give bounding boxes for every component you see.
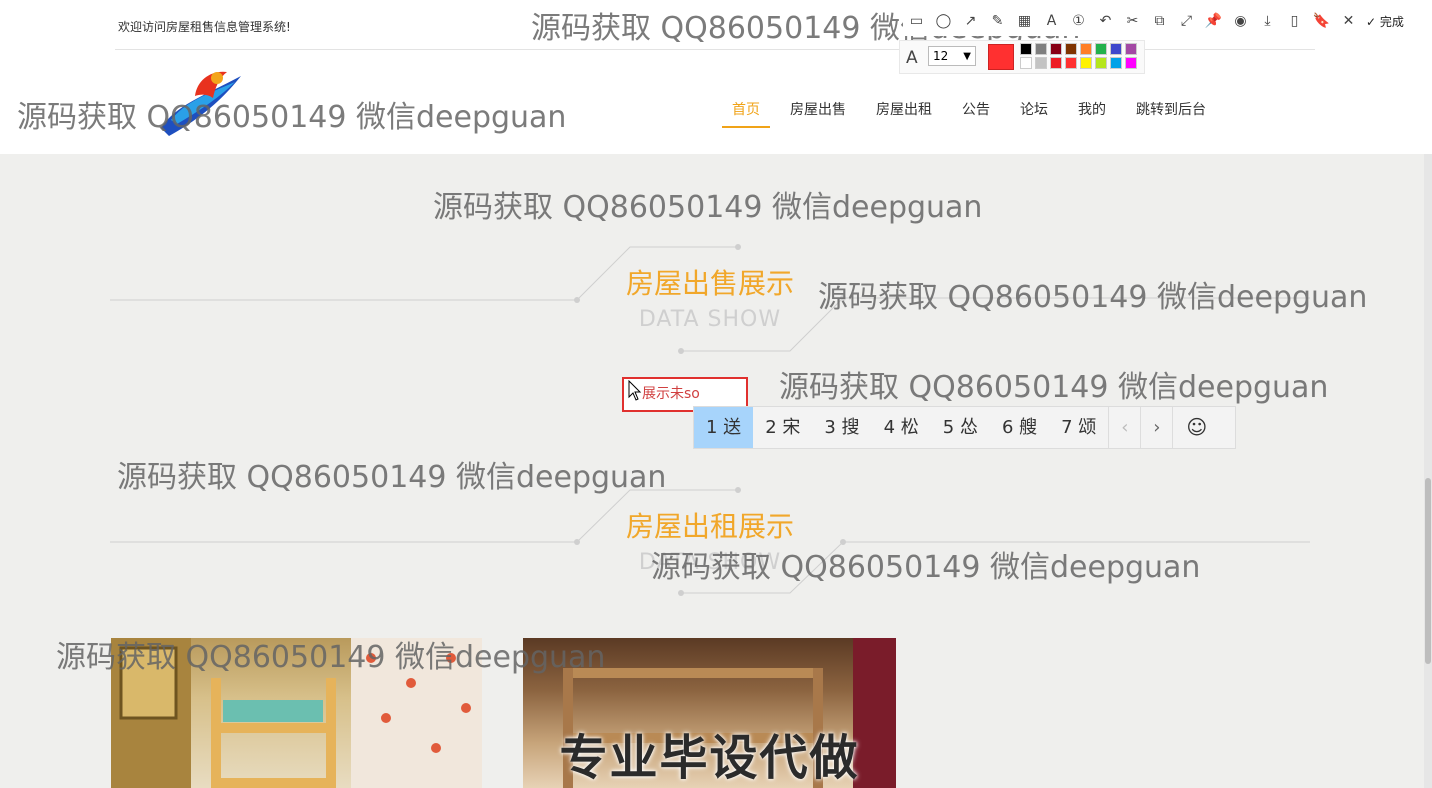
done-label: 完成: [1379, 14, 1404, 29]
page: 欢迎访问房屋租售信息管理系统! 首页 房屋出售 房屋出租 公告 论坛 我的 跳转…: [0, 0, 1432, 788]
ime-candidate[interactable]: 7 颂: [1049, 407, 1108, 448]
color-swatch[interactable]: [1050, 57, 1062, 69]
color-swatch[interactable]: [1035, 43, 1047, 55]
color-swatch[interactable]: [1110, 57, 1122, 69]
rent-section-title: 房屋出租展示 DATA SHOW: [0, 483, 1432, 603]
ellipse-tool-icon[interactable]: ◯: [930, 13, 957, 29]
ime-next-icon[interactable]: ›: [1140, 407, 1172, 448]
scrollbar-track[interactable]: [1424, 154, 1432, 788]
section-subtitle: DATA SHOW: [638, 550, 782, 575]
section-title: 房屋出售展示: [625, 267, 794, 300]
undo-icon[interactable]: ↶: [1092, 13, 1119, 29]
chevron-down-icon: ▼: [963, 51, 971, 62]
site-logo[interactable]: [155, 66, 247, 138]
color-swatch[interactable]: [1020, 57, 1032, 69]
ime-candidate[interactable]: 6 艘: [990, 407, 1049, 448]
listing-image[interactable]: 专业毕设代做: [523, 638, 896, 788]
nav-house-sale[interactable]: 房屋出售: [780, 98, 856, 128]
current-color-swatch[interactable]: [988, 44, 1014, 70]
nav-home[interactable]: 首页: [722, 98, 770, 128]
color-swatch[interactable]: [1125, 57, 1137, 69]
text-tool-icon[interactable]: A: [1038, 13, 1065, 29]
phone-icon[interactable]: ▯: [1281, 13, 1308, 29]
main-nav: 首页 房屋出售 房屋出租 公告 论坛 我的 跳转到后台: [722, 98, 1226, 130]
color-swatch[interactable]: [1125, 43, 1137, 55]
bookmark-icon[interactable]: 🔖: [1308, 13, 1335, 29]
nav-admin[interactable]: 跳转到后台: [1126, 98, 1216, 128]
cut-icon[interactable]: ✂: [1119, 13, 1146, 29]
ime-prev-icon[interactable]: ‹: [1108, 407, 1140, 448]
record-icon[interactable]: ◉: [1227, 13, 1254, 29]
font-icon: A: [906, 48, 918, 68]
section-title: 房屋出租展示: [625, 510, 794, 543]
nav-notice[interactable]: 公告: [952, 98, 1000, 128]
rectangle-tool-icon[interactable]: ▭: [903, 13, 930, 29]
close-icon[interactable]: ✕: [1335, 13, 1362, 29]
ime-candidate[interactable]: 1 送: [694, 407, 754, 448]
nav-house-rent[interactable]: 房屋出租: [866, 98, 942, 128]
listing-image[interactable]: [111, 638, 482, 788]
color-swatch[interactable]: [1080, 43, 1092, 55]
mouse-cursor-icon: [628, 380, 642, 401]
arrow-tool-icon[interactable]: ↗: [957, 13, 984, 29]
welcome-text: 欢迎访问房屋租售信息管理系统!: [118, 20, 291, 34]
image-overlay-text: 专业毕设代做: [559, 730, 860, 786]
color-swatch[interactable]: [1065, 57, 1077, 69]
translate-icon[interactable]: ⧉: [1146, 13, 1173, 29]
color-swatch[interactable]: [1110, 43, 1122, 55]
ime-candidate[interactable]: 4 松: [872, 407, 931, 448]
pen-tool-icon[interactable]: ✎: [984, 13, 1011, 29]
font-size-select[interactable]: 12 ▼: [928, 46, 976, 66]
ime-emoji-icon[interactable]: ☺: [1172, 407, 1220, 448]
color-swatch[interactable]: [1095, 57, 1107, 69]
expand-icon[interactable]: ⤢: [1173, 13, 1200, 29]
ime-candidate[interactable]: 2 宋: [753, 407, 812, 448]
color-palette: [1020, 43, 1138, 69]
mosaic-tool-icon[interactable]: ▦: [1011, 13, 1038, 29]
section-subtitle: DATA SHOW: [638, 307, 782, 332]
pin-icon[interactable]: 📌: [1200, 13, 1227, 29]
number-tool-icon[interactable]: ①: [1065, 13, 1092, 29]
color-swatch[interactable]: [1050, 43, 1062, 55]
bunk-bed-image: [111, 638, 482, 788]
ime-candidate[interactable]: 5 怂: [931, 407, 990, 448]
nav-forum[interactable]: 论坛: [1010, 98, 1058, 128]
ime-candidate-bar: 1 送 2 宋 3 搜 4 松 5 怂 6 艘 7 颂 ‹ › ☺: [693, 406, 1236, 449]
watermark: 源码获取 QQ86050149 微信deepguan: [433, 190, 983, 225]
nav-mine[interactable]: 我的: [1068, 98, 1116, 128]
done-button[interactable]: ✓ 完成: [1366, 13, 1404, 30]
screenshot-toolbar: ▭ ◯ ↗ ✎ ▦ A ① ↶ ✂ ⧉ ⤢ 📌 ◉ ⤓ ▯ 🔖 ✕ ✓ 完成: [903, 6, 1430, 36]
font-size-value: 12: [933, 49, 949, 63]
download-icon[interactable]: ⤓: [1254, 13, 1281, 29]
ime-candidate[interactable]: 3 搜: [812, 407, 871, 448]
watermark: 源码获取 QQ86050149 微信deepguan: [779, 370, 1329, 405]
text-style-panel: A 12 ▼: [899, 40, 1145, 74]
color-swatch[interactable]: [1080, 57, 1092, 69]
color-swatch[interactable]: [1095, 43, 1107, 55]
sale-section-title: 房屋出售展示 DATA SHOW: [0, 240, 1432, 360]
color-swatch[interactable]: [1035, 57, 1047, 69]
scrollbar-thumb[interactable]: [1425, 478, 1431, 664]
color-swatch[interactable]: [1020, 43, 1032, 55]
color-swatch[interactable]: [1065, 43, 1077, 55]
